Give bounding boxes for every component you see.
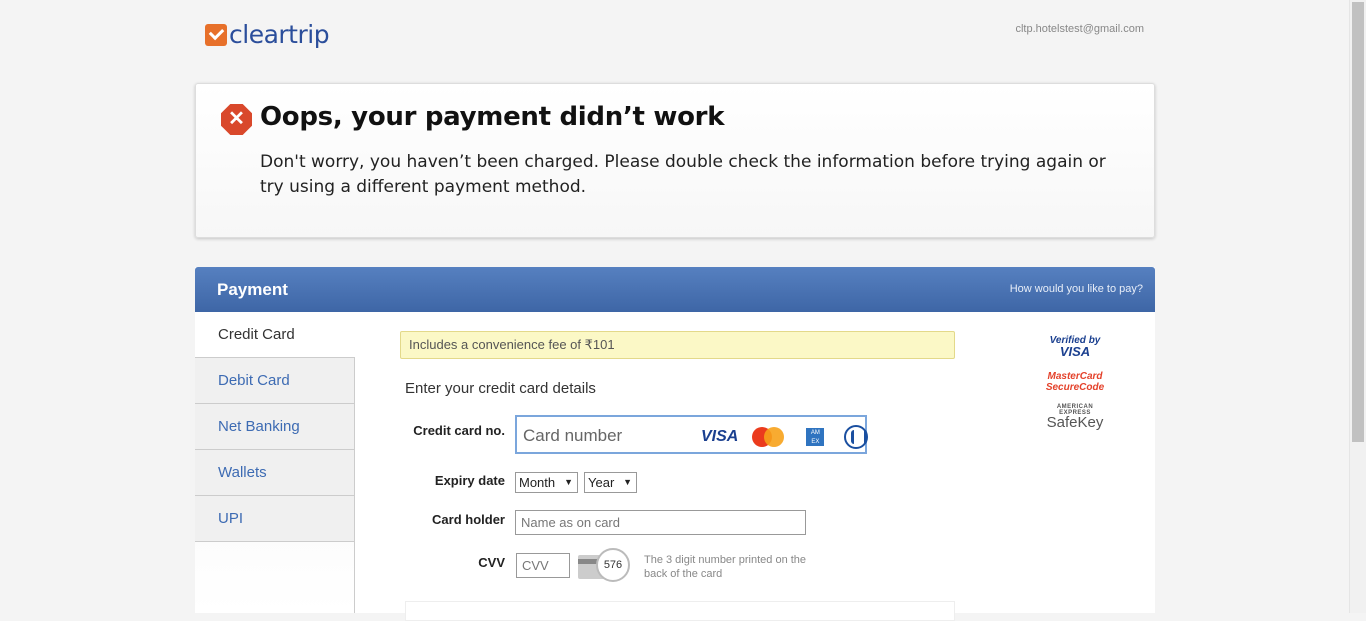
payment-header: Payment How would you like to pay? (195, 267, 1155, 312)
page-scrollbar[interactable] (1349, 0, 1366, 613)
expiry-year-value: Year (588, 475, 615, 490)
card-brand-logos: VISA AM EX (701, 425, 869, 449)
card-number-input[interactable]: Card number VISA AM EX (515, 415, 869, 454)
payment-question: How would you like to pay? (1009, 283, 1143, 295)
brand-name: cleartrip (229, 20, 330, 49)
cvv-help-text: The 3 digit number printed on the back o… (644, 554, 807, 580)
cvv-card-icon: 576 (578, 548, 634, 582)
convenience-fee-notice: Includes a convenience fee of ₹101 (400, 331, 955, 359)
visa-icon: VISA (701, 428, 739, 445)
security-badges: Verified by VISA MasterCard SecureCode AME… (1040, 335, 1110, 430)
chevron-down-icon: ▼ (564, 477, 573, 487)
amex-icon: AM EX (806, 428, 825, 446)
mastercard-securecode-badge: MasterCard SecureCode (1045, 371, 1105, 393)
card-holder-input[interactable]: Name as on card (515, 510, 806, 535)
diners-club-icon (844, 425, 869, 449)
payment-error-panel: ✕ Oops, your payment didn’t work Don't w… (195, 83, 1155, 238)
tab-debit-card[interactable]: Debit Card (195, 358, 354, 404)
amex-safekey-badge: SafeKey (1046, 414, 1104, 431)
expiry-year-select[interactable]: Year ▼ (584, 472, 637, 493)
card-number-placeholder: Card number (523, 426, 623, 445)
tab-credit-card[interactable]: Credit Card (195, 312, 355, 358)
verified-by-visa-badge: Verified by VISA (1049, 335, 1101, 359)
payment-title: Payment (217, 280, 288, 299)
expiry-label: Expiry date (434, 473, 505, 488)
expiry-month-value: Month (519, 475, 556, 490)
payment-panel: Payment How would you like to pay? Credi… (195, 267, 1155, 621)
cvv-input[interactable]: CVV (516, 553, 570, 578)
cleartrip-logo[interactable]: cleartrip (205, 20, 330, 49)
chevron-down-icon: ▼ (623, 477, 632, 487)
form-title: Enter your credit card details (405, 380, 596, 397)
error-octagon-icon: ✕ (221, 104, 252, 135)
mastercard-icon (752, 427, 785, 447)
error-title: Oops, your payment didn’t work (260, 102, 725, 132)
site-header: cleartrip cltp.hotelstest@gmail.com (195, 0, 1155, 70)
payment-method-tabs: Credit Card Debit Card Net Banking Walle… (195, 312, 355, 613)
credit-card-form: Includes a convenience fee of ₹101 Enter… (355, 312, 1155, 621)
tab-net-banking[interactable]: Net Banking (195, 404, 354, 450)
cvv-sample: 576 (596, 548, 630, 582)
expiry-month-select[interactable]: Month ▼ (515, 472, 578, 493)
tab-wallets[interactable]: Wallets (195, 450, 354, 496)
tab-upi[interactable]: UPI (195, 496, 354, 542)
card-number-label: Credit card no. (413, 423, 505, 438)
scrollbar-thumb[interactable] (1352, 2, 1364, 442)
error-message: Don't worry, you haven’t been charged. P… (260, 152, 1106, 197)
card-holder-label: Card holder (432, 512, 505, 527)
checkmark-logo-icon (205, 23, 227, 46)
cvv-label: CVV (478, 555, 505, 570)
user-email[interactable]: cltp.hotelstest@gmail.com (1015, 23, 1144, 35)
save-card-row (405, 601, 955, 621)
